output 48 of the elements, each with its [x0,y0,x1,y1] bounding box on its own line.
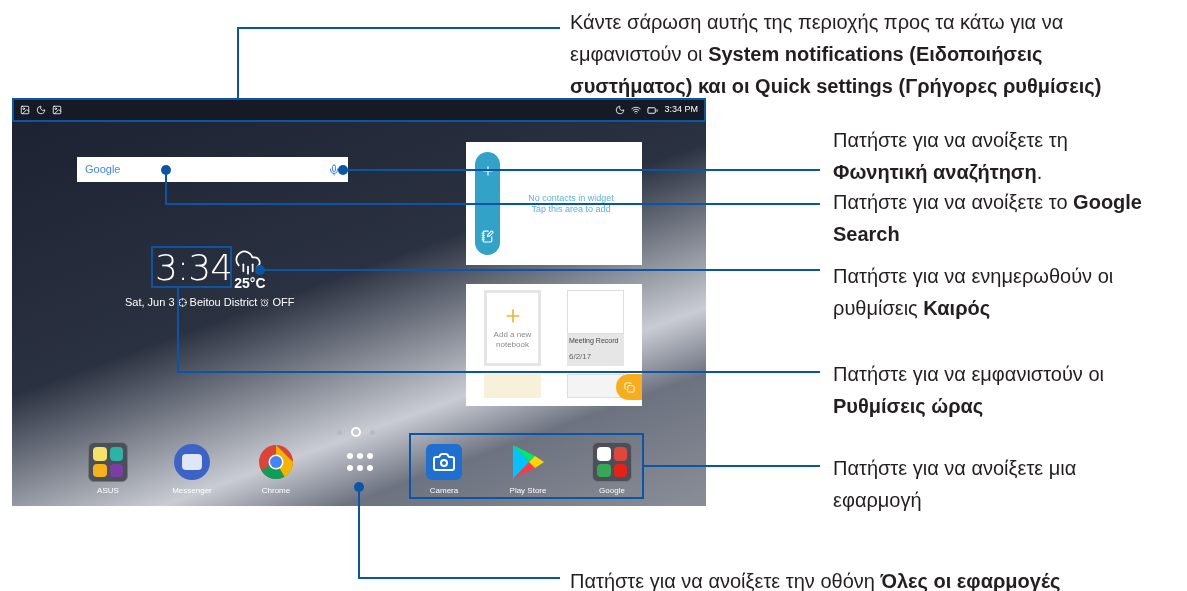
callout-text: Πατήστε για να ανοίξετε το Google Search [833,190,1143,247]
rain-cloud-icon[interactable] [234,248,263,276]
location-text: Beitou District [189,295,258,310]
chat-bubble-icon [174,444,210,480]
callout-text: Πατήστε για να εμφανιστούν οι Ρυθμίσεις ώρας [833,362,1105,419]
contacts-widget[interactable]: No contacts in widget Tap this area to add [466,142,642,265]
callout-text: Πατήστε για να ενημερωθούν οι ρυθμίσεις Καιρός [833,264,1115,321]
app-label[interactable]: Google [599,485,625,497]
date-text: Sat, Jun 3 [125,295,175,310]
image-icon [20,105,30,115]
copy-icon [623,381,635,393]
status-time: 3:34 PM [664,103,698,117]
edit-list-icon[interactable] [481,230,494,243]
app-grid-icon [346,452,374,472]
temperature: 25°C [234,276,266,290]
app-label[interactable]: Camera [429,485,459,497]
notebook-date: 6/2/17 [568,350,593,363]
battery-icon [647,104,659,116]
callout-text: Πατήστε για να ανοίξετε τη Φωνητική αναζήτηση. [833,128,1069,185]
alarm-icon [260,297,270,307]
camera-icon [426,444,462,480]
app-label[interactable]: ASUS [97,485,119,497]
wifi-icon [631,105,642,115]
notebook-thumbnail [484,374,541,398]
empty-message: No contacts in widget [528,192,614,204]
chart-thumbnail [567,290,624,334]
moon-icon [36,105,46,115]
search-bar[interactable]: Google [77,157,348,182]
microphone-icon[interactable] [328,163,340,176]
folder-icon [592,442,632,482]
callout-text: Πατήστε για να ανοίξετε μια εφαρμογή [833,456,1078,513]
new-notebook-card[interactable]: Add a new notebook [484,290,541,366]
clock-time[interactable]: 3:34 [155,248,233,288]
notebook-add-button[interactable] [616,374,642,400]
app-label[interactable]: Play Store [509,485,547,497]
callout-text: Κάντε σάρωση αυτής της περιοχής προς τα κάτω για να εμφανιστούν οι System notifications (Ειδοποιήσεις συστήματος) και οι Quick settings (Γρήγορες ρυθμίσεις) [570,10,1103,99]
moon-icon [615,105,626,115]
search-logo: Google [85,162,121,178]
alarm-text: OFF [272,295,295,310]
app-label[interactable]: Chrome [261,485,291,497]
image-icon [52,105,62,115]
play-triangle-icon [511,444,545,480]
new-notebook-label: Add a new notebook [492,330,533,350]
notebook-thumbnail [567,374,624,398]
location-icon [177,297,187,307]
empty-message: Tap this area to add [531,203,611,215]
folder-icon [88,442,128,482]
browser-logo-icon [258,444,294,480]
